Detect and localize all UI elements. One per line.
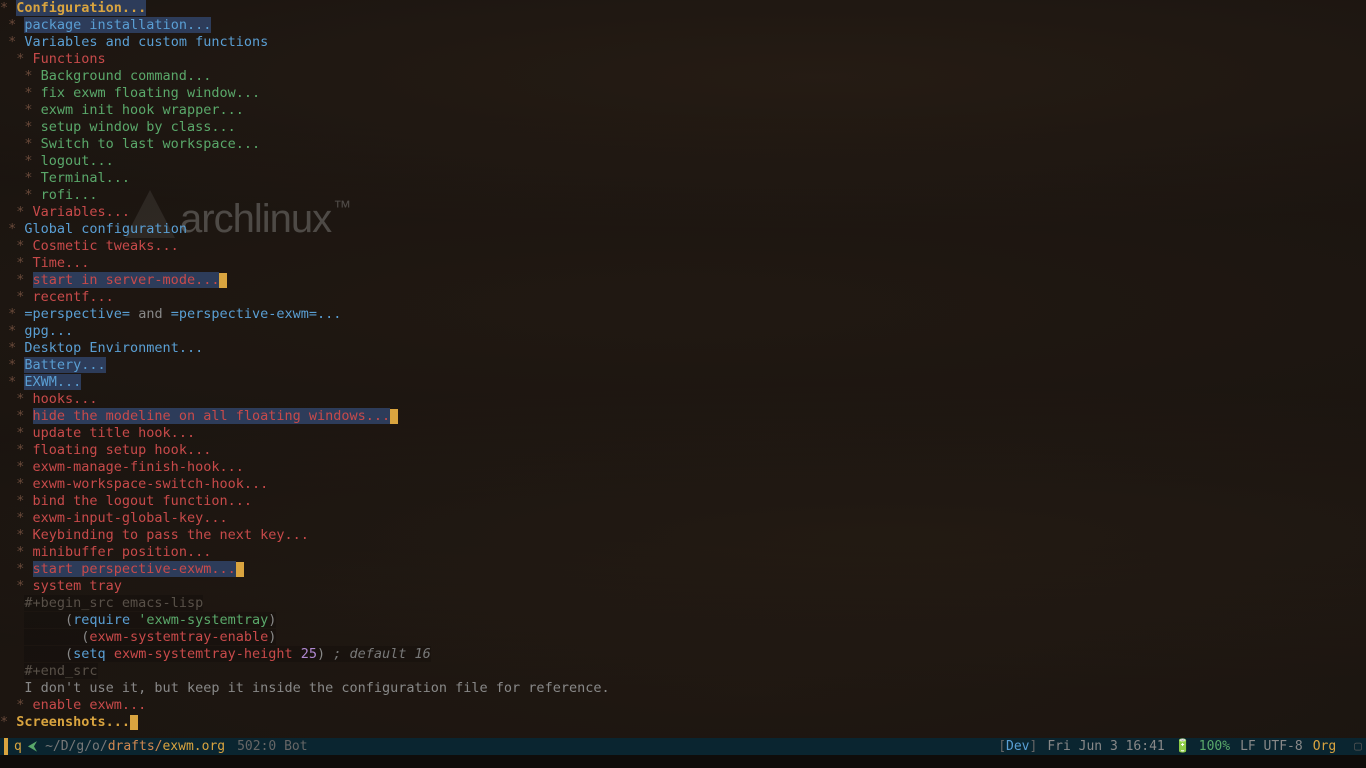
- src-line[interactable]: #+begin_src emacs-lisp: [0, 595, 1366, 612]
- modeline-status: q: [14, 738, 22, 755]
- cursor: [219, 273, 227, 288]
- org-heading[interactable]: * exwm-manage-finish-hook...: [0, 459, 1366, 476]
- org-heading[interactable]: * minibuffer position...: [0, 544, 1366, 561]
- org-heading[interactable]: * =perspective= and =perspective-exwm=..…: [0, 306, 1366, 323]
- path-dim: ~/D/g/o/: [45, 739, 108, 754]
- buffer-filename: exwm.org: [162, 739, 225, 754]
- org-heading[interactable]: * Desktop Environment...: [0, 340, 1366, 357]
- src-line[interactable]: (exwm-systemtray-enable): [0, 629, 1366, 646]
- org-heading[interactable]: * gpg...: [0, 323, 1366, 340]
- org-heading[interactable]: * EXWM...: [0, 374, 1366, 391]
- org-heading[interactable]: * Battery...: [0, 357, 1366, 374]
- org-heading[interactable]: * exwm-input-global-key...: [0, 510, 1366, 527]
- org-heading[interactable]: * rofi...: [0, 187, 1366, 204]
- modeline-indicator: [4, 738, 8, 755]
- org-heading[interactable]: * update title hook...: [0, 425, 1366, 442]
- battery-percent: 100%: [1199, 739, 1230, 754]
- battery-status: 🔋 100%: [1175, 738, 1230, 755]
- modeline: q ⮜ ~/D/g/o/drafts/exwm.org 502:0 Bot [[…: [0, 738, 1366, 755]
- src-line[interactable]: I don't use it, but keep it inside the c…: [0, 680, 1366, 697]
- echo-area: [0, 755, 1366, 768]
- org-heading[interactable]: * Cosmetic tweaks...: [0, 238, 1366, 255]
- org-heading[interactable]: * Switch to last workspace...: [0, 136, 1366, 153]
- org-heading[interactable]: * exwm-workspace-switch-hook...: [0, 476, 1366, 493]
- org-heading[interactable]: * Keybinding to pass the next key...: [0, 527, 1366, 544]
- org-heading[interactable]: * Terminal...: [0, 170, 1366, 187]
- org-heading[interactable]: * enable exwm...: [0, 697, 1366, 714]
- org-heading[interactable]: * bind the logout function...: [0, 493, 1366, 510]
- cursor-position: 502:0 Bot: [237, 738, 307, 755]
- org-heading[interactable]: * Variables...: [0, 204, 1366, 221]
- battery-icon: 🔋: [1175, 739, 1191, 754]
- org-heading[interactable]: * start perspective-exwm...: [0, 561, 1366, 578]
- back-arrow-icon: ⮜: [28, 738, 37, 755]
- clock: Fri Jun 3 16:41: [1047, 738, 1164, 755]
- org-heading[interactable]: * Screenshots...: [0, 714, 1366, 731]
- perspective-name: [[Dev]Dev]: [998, 738, 1037, 755]
- src-line[interactable]: (setq exwm-systemtray-height 25) ; defau…: [0, 646, 1366, 663]
- org-heading[interactable]: * Configuration...: [0, 0, 1366, 17]
- modeline-path: ~/D/g/o/drafts/exwm.org: [45, 738, 225, 755]
- encoding: LF UTF-8: [1240, 738, 1303, 755]
- org-heading[interactable]: * package installation...: [0, 17, 1366, 34]
- org-heading[interactable]: * Functions: [0, 51, 1366, 68]
- org-heading[interactable]: * recentf...: [0, 289, 1366, 306]
- org-heading[interactable]: * floating setup hook...: [0, 442, 1366, 459]
- path-hi: drafts/: [108, 739, 163, 754]
- org-heading[interactable]: * system tray: [0, 578, 1366, 595]
- org-heading[interactable]: * fix exwm floating window...: [0, 85, 1366, 102]
- org-heading[interactable]: * start in server-mode...: [0, 272, 1366, 289]
- notification-icon: ▢: [1354, 738, 1362, 755]
- org-heading[interactable]: * Background command...: [0, 68, 1366, 85]
- org-heading[interactable]: * exwm init hook wrapper...: [0, 102, 1366, 119]
- org-heading[interactable]: * setup window by class...: [0, 119, 1366, 136]
- org-heading[interactable]: * Time...: [0, 255, 1366, 272]
- org-heading[interactable]: * logout...: [0, 153, 1366, 170]
- major-mode: Org: [1313, 738, 1336, 755]
- cursor: [236, 562, 244, 577]
- cursor: [390, 409, 398, 424]
- editor-buffer[interactable]: * Configuration... * package installatio…: [0, 0, 1366, 738]
- org-heading[interactable]: * Variables and custom functions: [0, 34, 1366, 51]
- org-heading[interactable]: * hide the modeline on all floating wind…: [0, 408, 1366, 425]
- src-line[interactable]: #+end_src: [0, 663, 1366, 680]
- org-heading[interactable]: * hooks...: [0, 391, 1366, 408]
- cursor: [130, 715, 138, 730]
- src-line[interactable]: (require 'exwm-systemtray): [0, 612, 1366, 629]
- org-heading[interactable]: * Global configuration: [0, 221, 1366, 238]
